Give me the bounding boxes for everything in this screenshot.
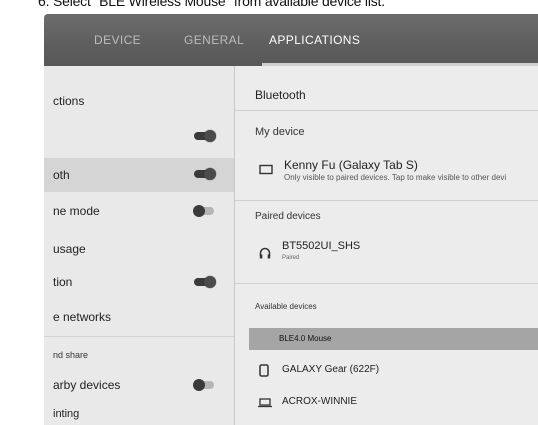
sidebar-item-nearby-devices[interactable]: arby devices bbox=[44, 378, 234, 400]
menu-divider bbox=[44, 336, 234, 337]
airplane-mode-toggle[interactable] bbox=[193, 205, 214, 217]
available-device-name: GALAXY Gear (622F) bbox=[282, 364, 380, 375]
laptop-icon bbox=[258, 398, 272, 408]
instruction-text: 6. Select "BLE Wireless Mouse" from avai… bbox=[38, 0, 385, 9]
wifi-toggle[interactable] bbox=[194, 130, 216, 142]
tablet-icon bbox=[259, 164, 273, 175]
sidebar-item-label: usage bbox=[53, 242, 86, 256]
paired-devices-header: Paired devices bbox=[255, 211, 321, 222]
settings-left-menu: ctions oth ne mode usage tion e networks… bbox=[44, 66, 234, 425]
paired-device-row[interactable]: BT5502UI_SHS Paired bbox=[235, 236, 538, 272]
paired-device-status: Paired bbox=[282, 255, 300, 261]
watch-icon bbox=[259, 364, 269, 377]
bluetooth-toggle[interactable] bbox=[194, 168, 216, 180]
available-devices-header: Available devices bbox=[255, 302, 317, 311]
headphones-icon bbox=[259, 247, 271, 259]
available-device-name: BLE4.0 Mouse bbox=[279, 334, 332, 343]
available-device-row[interactable]: ACROX-WINNIE bbox=[235, 392, 538, 414]
sidebar-item-label: ne mode bbox=[53, 204, 100, 218]
menu-section-connections: ctions bbox=[53, 94, 85, 108]
screenshot-page: 6. Select "BLE Wireless Mouse" from avai… bbox=[0, 0, 538, 425]
nearby-devices-toggle[interactable] bbox=[193, 379, 214, 391]
menu-section-connect-and-share: nd share bbox=[53, 350, 89, 360]
sidebar-item-label: e networks bbox=[53, 310, 112, 324]
section-divider bbox=[235, 283, 538, 284]
available-device-row[interactable]: GALAXY Gear (622F) bbox=[235, 360, 538, 382]
settings-tab-bar: DEVICE GENERAL APPLICATIONS bbox=[44, 14, 538, 66]
sidebar-item-wifi[interactable] bbox=[44, 126, 234, 148]
my-device-name: Kenny Fu (Galaxy Tab S) bbox=[284, 158, 418, 172]
available-device-name: ACROX-WINNIE bbox=[282, 396, 357, 407]
sidebar-item-more-networks[interactable]: e networks bbox=[44, 310, 234, 330]
sidebar-item-printing[interactable]: inting bbox=[44, 408, 234, 424]
sidebar-item-label: arby devices bbox=[53, 378, 121, 392]
my-device-row[interactable]: Kenny Fu (Galaxy Tab S) Only visible to … bbox=[235, 154, 538, 190]
available-device-row-highlighted[interactable]: BLE4.0 Mouse bbox=[249, 328, 538, 350]
paired-device-name: BT5502UI_SHS bbox=[282, 240, 361, 252]
tab-general[interactable]: GENERAL bbox=[184, 33, 244, 47]
tab-device[interactable]: DEVICE bbox=[94, 33, 141, 47]
sidebar-item-label: tion bbox=[53, 275, 73, 289]
tablet-screen: DEVICE GENERAL APPLICATIONS ctions oth n… bbox=[44, 14, 538, 425]
sidebar-item-bluetooth[interactable]: oth bbox=[44, 158, 234, 192]
sidebar-item-label: oth bbox=[53, 168, 70, 182]
section-divider bbox=[235, 200, 538, 201]
panel-title: Bluetooth bbox=[255, 88, 306, 102]
sidebar-item-data-usage[interactable]: usage bbox=[44, 242, 234, 262]
my-device-header: My device bbox=[255, 126, 305, 138]
section-divider bbox=[235, 110, 538, 111]
location-toggle[interactable] bbox=[194, 276, 216, 288]
sidebar-item-label: inting bbox=[53, 408, 80, 420]
bluetooth-panel: Bluetooth My device Kenny Fu (Galaxy Tab… bbox=[235, 66, 538, 425]
sidebar-item-airplane-mode[interactable]: ne mode bbox=[44, 204, 234, 226]
tab-applications[interactable]: APPLICATIONS bbox=[269, 33, 360, 47]
my-device-visibility: Only visible to paired devices. Tap to m… bbox=[284, 173, 507, 182]
sidebar-item-location[interactable]: tion bbox=[44, 275, 234, 297]
